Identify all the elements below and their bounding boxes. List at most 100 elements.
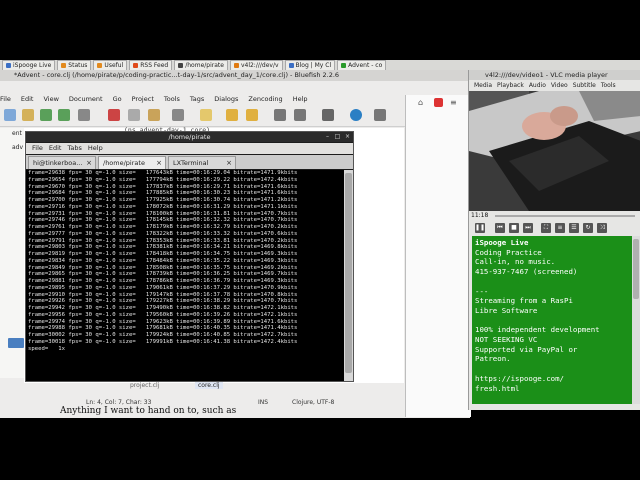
overlay-line: --- — [475, 286, 489, 296]
terminal-line: frame=30018 fps= 30 q=-1.0 size= 179991k… — [28, 338, 298, 345]
taskbar-item[interactable]: v4l2:///dev/v — [229, 60, 283, 70]
vlc-window: v4l2:///dev/video1 - VLC media player Me… — [468, 70, 640, 410]
terminal-line: frame=29700 fps= 30 q=-1.0 size= 177925k… — [28, 197, 298, 203]
overlay-line — [475, 277, 629, 287]
playlist-icon[interactable]: ☰ — [569, 223, 579, 233]
overlay-line: Streaming from a RasPi — [475, 296, 573, 306]
menu-item[interactable]: Media — [474, 81, 492, 90]
menu-item[interactable]: Tools — [164, 93, 180, 105]
external-command-icon[interactable] — [374, 109, 386, 121]
menu-item[interactable]: Subtitle — [573, 81, 596, 90]
find-replace-icon[interactable] — [200, 109, 212, 121]
terminal-tab[interactable]: /home/pirate × — [98, 156, 166, 169]
save-all-icon[interactable] — [58, 109, 70, 121]
menu-item[interactable]: Video — [551, 81, 568, 90]
browser-preview-icon[interactable] — [350, 109, 362, 121]
menu-item[interactable]: Edit — [49, 143, 62, 154]
paste-icon[interactable] — [148, 109, 160, 121]
menu-item[interactable]: Help — [88, 143, 103, 154]
terminal-tab-bar: hi@tinkerboa... ×/home/pirate × LXTerminal × — [26, 155, 353, 169]
scrollbar-thumb[interactable] — [345, 173, 352, 373]
menu-item[interactable]: Go — [113, 93, 122, 105]
browser-menu-icon[interactable] — [434, 98, 443, 107]
hamburger-icon[interactable]: ≡ — [450, 98, 459, 107]
browser-pane: ⌂ ≡ — [405, 95, 471, 417]
menu-item[interactable]: Tools — [601, 81, 616, 90]
previous-icon[interactable]: ⏮ — [495, 223, 505, 233]
close-tab-icon[interactable]: × — [86, 157, 92, 169]
terminal-output[interactable]: frame=29638 fps= 30 q=-1.0 size= 177643k… — [26, 170, 344, 381]
overlay-scrollbar[interactable] — [632, 236, 640, 404]
taskbar-item[interactable]: Status — [57, 60, 92, 70]
menu-item[interactable]: Zencoding — [248, 93, 282, 105]
menu-item[interactable]: Playback — [497, 81, 524, 90]
menu-item[interactable]: Tags — [190, 93, 204, 105]
home-icon[interactable]: ⌂ — [418, 98, 427, 107]
app-icon — [288, 62, 294, 68]
scrollbar-thumb[interactable] — [633, 239, 639, 299]
menu-item[interactable]: File — [0, 93, 11, 105]
close-icon[interactable]: × — [344, 133, 351, 140]
webcam-frame-image — [469, 91, 640, 211]
menu-item[interactable]: Edit — [21, 93, 34, 105]
loop-icon[interactable]: ↻ — [583, 223, 593, 233]
cut-icon[interactable] — [108, 109, 120, 121]
close-tab-icon[interactable]: × — [156, 157, 162, 169]
close-icon[interactable] — [78, 109, 90, 121]
taskbar-item[interactable]: iSpooge Live — [2, 60, 56, 70]
terminal-line: frame=29761 fps= 30 q=-1.0 size= 178179k… — [28, 224, 298, 230]
menu-item[interactable]: View — [43, 93, 58, 105]
overlay-line: NOT SEEKING VC — [475, 335, 538, 345]
unindent-icon[interactable] — [294, 109, 306, 121]
terminal-scrollbar[interactable] — [344, 170, 353, 381]
bluefish-toolbar — [0, 106, 405, 127]
overlay-line: https://ispooge.com/ — [475, 373, 564, 383]
sidebar-item[interactable]: adv — [12, 144, 23, 151]
pause-icon[interactable]: ❚❚ — [475, 223, 485, 233]
language-encoding: Clojure, UTF-8 — [292, 399, 335, 406]
extended-settings-icon[interactable]: ≡ — [555, 223, 565, 233]
indent-icon[interactable] — [274, 109, 286, 121]
stream-info-overlay: iSpooge Live Coding Practice Call-in, no m… — [472, 236, 632, 404]
menu-item[interactable]: Help — [293, 93, 308, 105]
tab-label: LXTerminal — [173, 159, 209, 167]
seek-bar[interactable] — [495, 215, 635, 217]
tab-project-clj[interactable]: project.clj — [130, 382, 159, 389]
stop-icon[interactable]: ■ — [509, 223, 519, 233]
next-icon[interactable]: ⏭ — [523, 223, 533, 233]
menu-item[interactable]: File — [32, 143, 43, 154]
redo-icon[interactable] — [246, 109, 258, 121]
tab-core-clj[interactable]: core.clj — [195, 382, 223, 389]
search-icon[interactable] — [172, 109, 184, 121]
taskbar-item[interactable]: Blog | My Cl — [284, 60, 336, 70]
menu-item[interactable]: Dialogs — [214, 93, 238, 105]
shuffle-icon[interactable]: ⤨ — [597, 223, 607, 233]
menu-item[interactable]: Audio — [529, 81, 546, 90]
terminal-line: frame=29988 fps= 30 q=-1.0 size= 179681k… — [28, 325, 298, 332]
preferences-icon[interactable] — [322, 109, 334, 121]
menu-item[interactable]: Document — [69, 93, 103, 105]
terminal-title: /home/pirate — [168, 133, 211, 141]
open-file-icon[interactable] — [22, 109, 34, 121]
menu-item[interactable]: Project — [132, 93, 154, 105]
taskbar-item[interactable]: Useful — [93, 60, 128, 70]
close-tab-icon[interactable]: × — [226, 157, 232, 169]
sidebar-item[interactable]: ent — [12, 130, 22, 137]
terminal-line: frame=30002 fps= 30 q=-1.0 size= 179924k… — [28, 332, 298, 338]
taskbar-item[interactable]: RSS Feed — [129, 60, 173, 70]
terminal-window: /home/pirate – □ × File Edit Tabs Help hi@t… — [25, 131, 354, 382]
fullscreen-icon[interactable]: ⛶ — [541, 223, 551, 233]
minimize-icon[interactable]: – — [324, 133, 331, 140]
taskbar-item[interactable]: Advent - co — [337, 60, 387, 70]
taskbar-item[interactable]: /home/pirate — [174, 60, 228, 70]
save-icon[interactable] — [40, 109, 52, 121]
sidebar-selected-item[interactable] — [8, 338, 24, 348]
maximize-icon[interactable]: □ — [334, 133, 341, 140]
undo-icon[interactable] — [226, 109, 238, 121]
menu-item[interactable]: Tabs — [67, 143, 81, 154]
new-file-icon[interactable] — [4, 109, 16, 121]
overlay-line: Supported via PayPal or — [475, 344, 578, 354]
terminal-tab[interactable]: hi@tinkerboa... × — [28, 156, 96, 169]
terminal-tab[interactable]: LXTerminal × — [168, 156, 236, 169]
copy-icon[interactable] — [128, 109, 140, 121]
